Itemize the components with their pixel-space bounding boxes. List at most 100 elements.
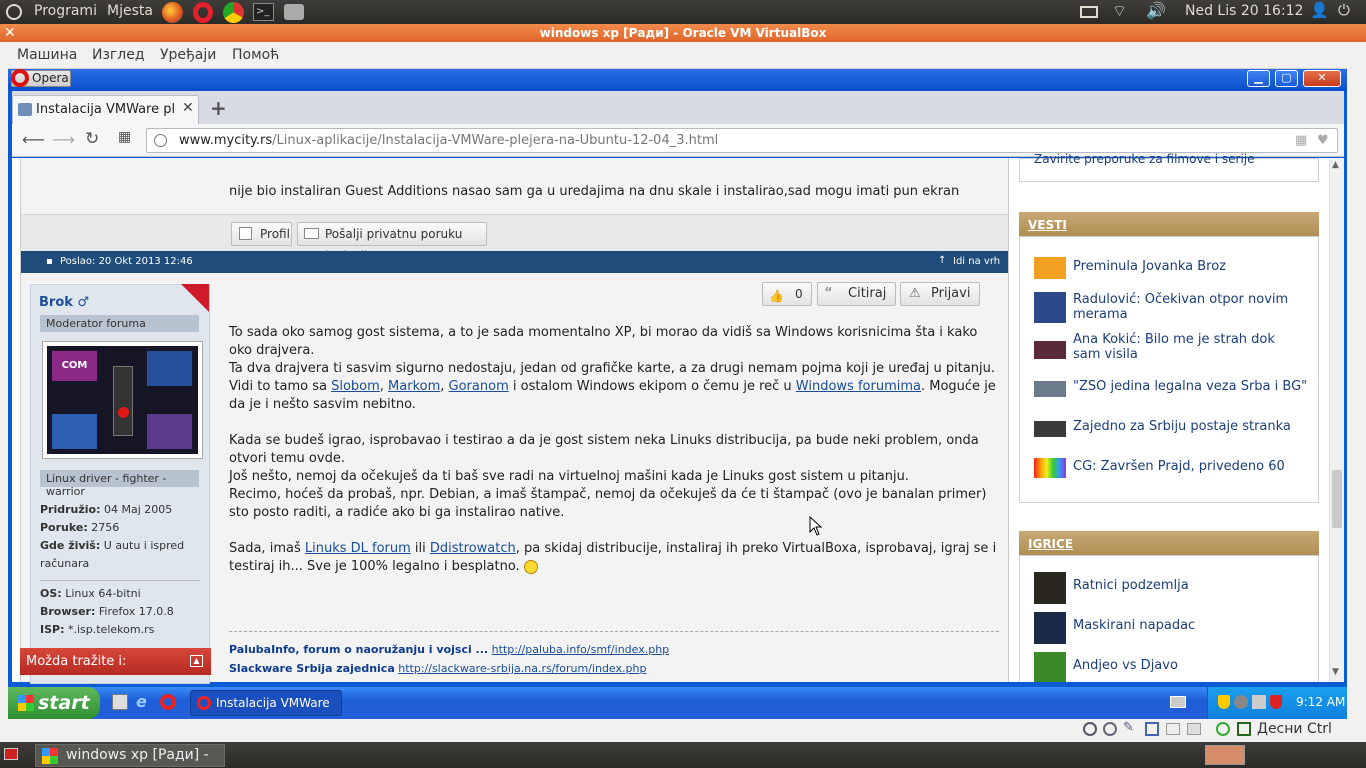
shared-folders-icon[interactable]: [1166, 723, 1180, 735]
back-to-top-link[interactable]: Idi na vrh: [953, 256, 1000, 267]
news-item[interactable]: CG: Završen Prajd, privedeno 60: [1073, 459, 1285, 474]
sidebar-top-item[interactable]: Zavirite preporuke za filmove i serije: [1034, 152, 1255, 166]
start-button[interactable]: start: [8, 687, 100, 719]
opera-quicklaunch-icon[interactable]: [160, 694, 176, 710]
news-header[interactable]: VESTI: [1019, 212, 1319, 236]
tray-icon[interactable]: [1234, 695, 1248, 709]
forward-icon[interactable]: ⟶: [52, 130, 75, 149]
news-thumbnail[interactable]: [1034, 458, 1066, 478]
taskbar-opera-task[interactable]: Instalacija VMWare pl...: [190, 690, 342, 734]
avatar[interactable]: COM: [42, 341, 203, 459]
new-tab-icon[interactable]: +: [210, 96, 227, 120]
screenshot-icon[interactable]: [284, 4, 304, 20]
workspace-switcher[interactable]: [1205, 745, 1245, 765]
profile-button[interactable]: Profil: [231, 222, 292, 246]
user-icon[interactable]: 👤: [1310, 1, 1329, 19]
ubuntu-logo-icon[interactable]: [6, 4, 22, 20]
show-desktop-icon[interactable]: [4, 748, 18, 760]
mouse-integration-icon[interactable]: [1216, 722, 1230, 736]
news-item[interactable]: Ana Kokić: Bilo me je strah dok sam visi…: [1073, 332, 1303, 362]
arrow-up-icon[interactable]: ↑: [938, 255, 946, 266]
game-item[interactable]: Maskirani napadac: [1073, 618, 1195, 633]
volume-icon[interactable]: 🔊: [1146, 1, 1166, 20]
report-button[interactable]: ⚠ Prijavi: [900, 282, 980, 306]
alert-shield-icon[interactable]: [1270, 695, 1282, 709]
link-goranom[interactable]: Goranom: [449, 379, 509, 394]
bookmark-heart-icon[interactable]: ♥: [1317, 129, 1329, 152]
security-shield-icon[interactable]: [1218, 695, 1230, 709]
back-icon[interactable]: ⟵: [22, 130, 45, 149]
display-icon[interactable]: [1187, 723, 1201, 735]
games-header[interactable]: IGRICE: [1019, 531, 1319, 555]
news-thumbnail[interactable]: [1034, 292, 1066, 323]
collapse-icon[interactable]: ▲: [190, 655, 203, 667]
game-thumbnail[interactable]: [1034, 652, 1066, 682]
clock[interactable]: Ned Lis 20 16:12: [1185, 3, 1303, 19]
news-item[interactable]: Zajedno za Srbiju postaje stranka: [1073, 419, 1291, 434]
opera-icon[interactable]: [193, 2, 213, 23]
tab-close-icon[interactable]: ✕: [182, 100, 194, 116]
speed-dial-icon[interactable]: ▦: [118, 129, 131, 145]
show-desktop-icon[interactable]: [112, 694, 128, 710]
scroll-down-icon[interactable]: ▼: [1332, 667, 1339, 677]
game-item[interactable]: Andjeo vs Djavo: [1073, 658, 1178, 673]
news-thumbnail[interactable]: [1034, 257, 1066, 279]
like-button[interactable]: 👍 0: [762, 282, 812, 306]
reload-icon[interactable]: ↻: [85, 129, 99, 149]
menu-view[interactable]: Изглед: [92, 47, 145, 63]
network-adapter-icon[interactable]: [1145, 722, 1159, 736]
quote-button[interactable]: “ Citiraj: [817, 282, 896, 306]
game-thumbnail[interactable]: [1034, 612, 1066, 644]
sig-link[interactable]: http://paluba.info/smf/index.php: [492, 643, 670, 656]
speed-dial-add-icon[interactable]: ▦: [1295, 129, 1307, 152]
ubuntu-task-virtualbox[interactable]: windows xp [Ради] - ...: [35, 744, 225, 767]
news-thumbnail[interactable]: [1034, 421, 1066, 437]
opera-menu-button[interactable]: Opera: [11, 69, 71, 87]
link-windows-forum[interactable]: Windows forumima: [796, 379, 921, 394]
sig-link[interactable]: http://slackware-srbija.na.rs/forum/inde…: [398, 662, 646, 675]
chrome-icon[interactable]: [223, 2, 244, 23]
private-message-button[interactable]: Pošalji privatnu poruku korisniku: [297, 222, 487, 263]
page-scrollbar[interactable]: ▲ ▼: [1329, 158, 1344, 682]
scroll-up-icon[interactable]: ▲: [1332, 160, 1339, 170]
ie-icon[interactable]: e: [136, 692, 147, 711]
firefox-icon[interactable]: [162, 2, 183, 23]
terminal-icon[interactable]: >_: [253, 3, 274, 21]
link-markom[interactable]: Markom: [388, 379, 440, 394]
maybe-search-panel[interactable]: Možda tražite i: ▲: [20, 648, 211, 675]
site-info-icon[interactable]: [154, 134, 167, 147]
xp-clock[interactable]: 9:12 AM: [1296, 695, 1345, 709]
menu-machine[interactable]: Машина: [17, 47, 77, 63]
mail-icon[interactable]: [1080, 6, 1098, 18]
news-item[interactable]: Preminula Jovanka Broz: [1073, 259, 1226, 274]
username[interactable]: Brok ♂: [39, 295, 89, 310]
applications-menu[interactable]: Programi: [34, 3, 97, 19]
power-icon[interactable]: ⏻: [1338, 1, 1350, 19]
news-thumbnail[interactable]: [1034, 381, 1066, 397]
menu-devices[interactable]: Уређаји: [160, 47, 216, 63]
news-item[interactable]: "ZSO jedina legalna veza Srba i BG": [1073, 379, 1307, 394]
keyboard-icon[interactable]: [1170, 696, 1186, 708]
news-item[interactable]: Radulović: Očekivan otpor novim merama: [1073, 292, 1303, 322]
link-distrowatch[interactable]: Ddistrowatch: [430, 541, 516, 556]
game-item[interactable]: Ratnici podzemlja: [1073, 578, 1189, 593]
cdrom-icon[interactable]: [1103, 722, 1117, 736]
keyboard-capture-icon[interactable]: [1237, 722, 1251, 736]
link-linuks-dl-forum[interactable]: Linuks DL forum: [305, 541, 411, 556]
wifi-icon[interactable]: ⌔: [1112, 1, 1127, 21]
hdd-icon[interactable]: [1083, 722, 1097, 736]
news-thumbnail[interactable]: [1034, 341, 1066, 359]
close-icon[interactable]: ✕: [4, 24, 16, 42]
minimize-button[interactable]: ▁: [1247, 70, 1270, 87]
tab-active[interactable]: Instalacija VMWare plejera ✕: [12, 95, 199, 124]
link-slobom[interactable]: Slobom: [331, 379, 380, 394]
url-field[interactable]: www.mycity.rs/Linux-aplikacije/Instalaci…: [146, 128, 1338, 153]
scrollbar-thumb[interactable]: [1332, 470, 1342, 528]
network-icon[interactable]: [1252, 695, 1266, 709]
maximize-button[interactable]: ▢: [1275, 70, 1298, 87]
menu-help[interactable]: Помоћ: [232, 47, 279, 63]
game-thumbnail[interactable]: [1034, 572, 1066, 604]
usb-icon[interactable]: ✎: [1123, 720, 1134, 735]
places-menu[interactable]: Mjesta: [107, 3, 153, 19]
close-button[interactable]: ✕: [1303, 70, 1341, 87]
